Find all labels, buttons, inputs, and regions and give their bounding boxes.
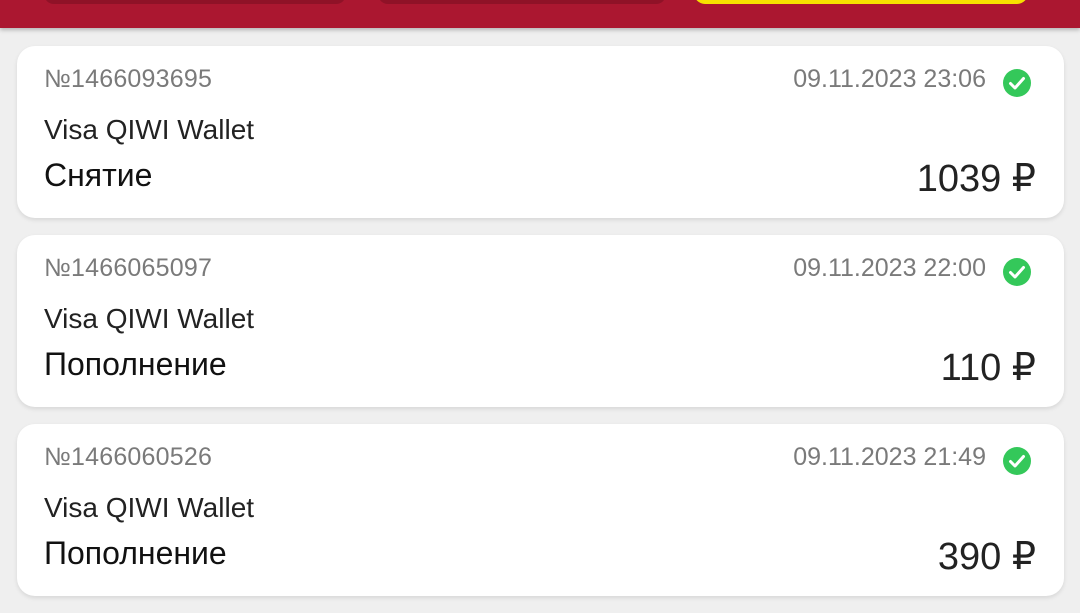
transaction-type: Пополнение [44, 346, 227, 382]
transaction-type: Пополнение [44, 535, 227, 571]
transaction-amount: 110 ₽ [940, 347, 1036, 389]
filter-field-2[interactable] [378, 0, 666, 4]
primary-action-button[interactable] [694, 0, 1028, 4]
transaction-card[interactable]: №1466065097 09.11.2023 22:00 Visa QIWI W… [17, 235, 1064, 407]
transaction-card[interactable]: №1466093695 09.11.2023 23:06 Visa QIWI W… [17, 46, 1064, 218]
transaction-number: №1466093695 [44, 65, 213, 93]
transaction-date: 09.11.2023 23:06 [793, 65, 986, 93]
transaction-number: №1466065097 [44, 254, 213, 282]
top-header-bar [0, 0, 1080, 28]
transaction-amount: 1039 ₽ [916, 158, 1036, 200]
check-circle-icon [1003, 69, 1031, 97]
check-circle-icon [1003, 258, 1031, 286]
transaction-provider: Visa QIWI Wallet [44, 492, 255, 523]
transaction-amount: 390 ₽ [937, 536, 1036, 578]
transaction-card[interactable]: №1466060526 09.11.2023 21:49 Visa QIWI W… [17, 424, 1064, 596]
transaction-provider: Visa QIWI Wallet [44, 114, 255, 145]
transaction-list: №1466093695 09.11.2023 23:06 Visa QIWI W… [17, 46, 1064, 613]
transaction-type: Снятие [44, 157, 153, 193]
filter-field-1[interactable] [44, 0, 346, 4]
transaction-date: 09.11.2023 21:49 [793, 443, 986, 471]
transaction-provider: Visa QIWI Wallet [44, 303, 255, 334]
transaction-number: №1466060526 [44, 443, 213, 471]
transaction-date: 09.11.2023 22:00 [793, 254, 986, 282]
check-circle-icon [1003, 447, 1031, 475]
